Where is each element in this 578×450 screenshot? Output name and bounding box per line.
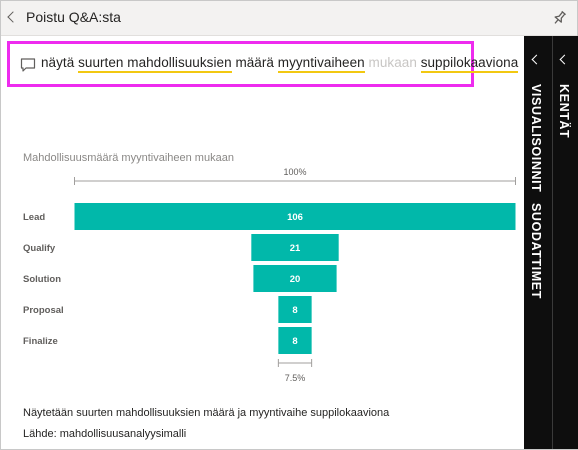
data-source: Lähde: mahdollisuusanalyysimalli <box>23 428 187 440</box>
bottom-bracket <box>277 359 313 367</box>
qa-term-2: määrä <box>235 55 274 70</box>
funnel-category-label: Finalize <box>23 336 58 347</box>
exit-qa-label: Poistu Q&A:sta <box>26 9 121 25</box>
funnel-value-label: 21 <box>290 243 301 254</box>
qa-term-1: suurten mahdollisuuksien <box>78 55 232 73</box>
funnel-chart: 100% 106 Lead 21 Qualify 20 Solution 8 Proposal 8… <box>23 167 516 383</box>
funnel-category-label: Proposal <box>23 305 64 316</box>
chevron-left-icon <box>7 11 19 23</box>
funnel-category-label: Solution <box>23 274 61 285</box>
visualizations-pane: VISUALISOINNIT SUODATTIMET <box>524 36 552 449</box>
qa-term-5: suppilokaaviona <box>420 55 519 73</box>
report-canvas: näytä suurten mahdollisuuksien määrä myy… <box>1 36 524 449</box>
pin-icon[interactable] <box>551 10 567 26</box>
speech-bubble-icon <box>20 58 36 72</box>
chart-description: Näytetään suurten mahdollisuuksien määrä… <box>23 407 390 419</box>
visualizations-tab[interactable]: VISUALISOINNIT <box>529 84 543 192</box>
funnel-category-label: Lead <box>23 212 45 223</box>
funnel-value-label: 20 <box>290 274 301 285</box>
fields-tab[interactable]: KENTÄT <box>557 84 571 138</box>
exit-qa-button[interactable]: Poistu Q&A:sta <box>7 9 121 25</box>
top-bar: Poistu Q&A:sta <box>1 1 577 36</box>
qa-term-0: näytä <box>41 55 75 70</box>
top-bracket <box>74 177 516 185</box>
top-percent-label: 100% <box>283 167 306 177</box>
qa-question-box[interactable]: näytä suurten mahdollisuuksien määrä myy… <box>7 41 519 87</box>
qa-question-text[interactable]: näytä suurten mahdollisuuksien määrä myy… <box>41 55 519 73</box>
bottom-percent-label: 7.5% <box>285 373 306 383</box>
fields-pane: KENTÄT <box>552 36 578 449</box>
funnel-value-label: 8 <box>292 305 297 316</box>
chevron-left-icon[interactable] <box>531 54 542 65</box>
funnel-category-label: Qualify <box>23 243 56 254</box>
filters-tab[interactable]: SUODATTIMET <box>529 203 543 299</box>
qa-term-4: mukaan <box>368 55 417 70</box>
chevron-left-icon[interactable] <box>559 54 570 65</box>
qa-term-3: myyntivaiheen <box>277 55 365 73</box>
funnel-value-label: 106 <box>287 212 303 223</box>
funnel-value-label: 8 <box>292 336 297 347</box>
